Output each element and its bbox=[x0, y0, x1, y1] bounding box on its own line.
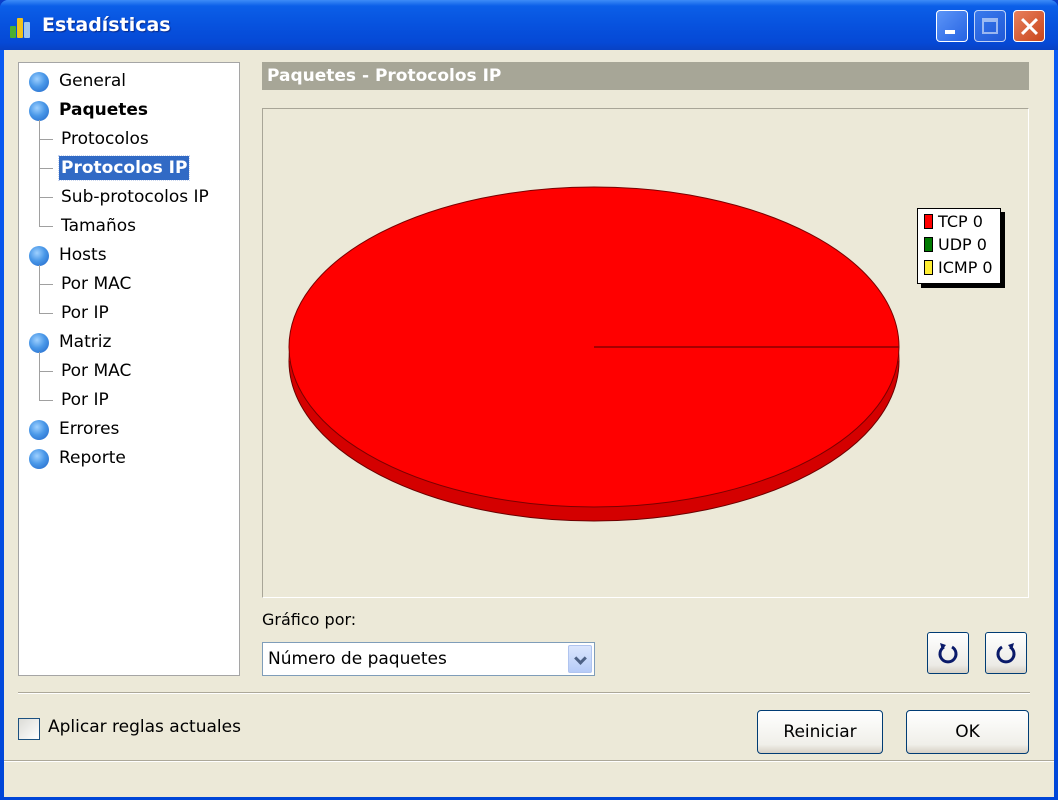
apply-rules-label[interactable]: Aplicar reglas actuales bbox=[48, 717, 241, 737]
apply-rules-checkbox[interactable] bbox=[18, 718, 40, 740]
tree-connector bbox=[39, 139, 53, 140]
bar-chart-icon bbox=[10, 14, 34, 38]
tree-connector bbox=[39, 284, 53, 285]
legend-entry: TCP 0 bbox=[924, 211, 983, 233]
window-title: Estadísticas bbox=[42, 14, 171, 36]
tree-item[interactable]: Por IP bbox=[19, 301, 239, 325]
tree-connector bbox=[39, 313, 53, 314]
close-button[interactable] bbox=[1013, 10, 1045, 42]
tree-item[interactable]: Por IP bbox=[19, 388, 239, 412]
rotate-counterclockwise-button[interactable] bbox=[985, 632, 1027, 674]
legend-swatch bbox=[924, 260, 933, 275]
tree-connector bbox=[39, 197, 53, 198]
tree-item-label: Por IP bbox=[61, 390, 109, 410]
tree-connector bbox=[39, 265, 40, 313]
tree-item[interactable]: Matriz bbox=[19, 330, 239, 354]
tree-item[interactable]: Hosts bbox=[19, 243, 239, 267]
node-bullet-icon bbox=[29, 420, 49, 440]
footer-separator bbox=[18, 692, 1030, 694]
tree-item[interactable]: Por MAC bbox=[19, 272, 239, 296]
tree-item[interactable]: Sub-protocolos IP bbox=[19, 185, 239, 209]
rotate-counterclockwise-icon bbox=[996, 643, 1016, 664]
legend-swatch bbox=[924, 214, 933, 229]
tree-connector bbox=[39, 226, 53, 227]
tree-connector bbox=[39, 120, 40, 226]
legend-label: TCP 0 bbox=[938, 212, 983, 231]
tree-item[interactable]: Protocolos IP bbox=[19, 155, 239, 181]
legend-swatch bbox=[924, 237, 933, 252]
tree-item[interactable]: Tamaños bbox=[19, 214, 239, 238]
tree-item-label: Protocolos IP bbox=[57, 155, 191, 181]
legend-label: ICMP 0 bbox=[938, 258, 993, 277]
chevron-down-icon[interactable] bbox=[568, 645, 592, 673]
ok-button[interactable]: OK bbox=[906, 710, 1029, 754]
tree-connector bbox=[39, 371, 53, 372]
minimize-button[interactable] bbox=[936, 10, 968, 42]
graph-by-select[interactable]: Número de paquetes bbox=[262, 642, 595, 676]
tree-connector bbox=[39, 168, 53, 169]
tree-item-label: Por MAC bbox=[61, 274, 132, 294]
tree-item[interactable]: Errores bbox=[19, 417, 239, 441]
tree-item-label: Por MAC bbox=[61, 361, 132, 381]
tree-item-label: Matriz bbox=[59, 332, 112, 352]
dialog-client-area: General Paquetes Protocolos Protocolos IP Su… bbox=[4, 50, 1054, 797]
tree-connector bbox=[39, 400, 53, 401]
section-header: Paquetes - Protocolos IP bbox=[262, 62, 1029, 90]
graph-by-label: Gráfico por: bbox=[262, 610, 357, 629]
tree-item-label: Errores bbox=[59, 419, 120, 439]
reset-button[interactable]: Reiniciar bbox=[757, 710, 883, 754]
tree-item-label: Protocolos bbox=[61, 129, 149, 149]
graph-by-value: Número de paquetes bbox=[268, 649, 447, 669]
statistics-window: Estadísticas General Paquetes Protocolos Pr… bbox=[0, 0, 1058, 800]
tree-item-label: Por IP bbox=[61, 303, 109, 323]
node-bullet-icon bbox=[29, 333, 49, 353]
tree-item[interactable]: General bbox=[19, 69, 239, 93]
rotate-clockwise-button[interactable] bbox=[927, 632, 969, 674]
tree-item[interactable]: Reporte bbox=[19, 446, 239, 470]
tree-item[interactable]: Paquetes bbox=[19, 98, 239, 122]
navigation-tree[interactable]: General Paquetes Protocolos Protocolos IP Su… bbox=[18, 62, 240, 676]
legend-entry: ICMP 0 bbox=[924, 257, 993, 279]
status-bar bbox=[4, 760, 1054, 797]
tree-item-label: Sub-protocolos IP bbox=[61, 187, 209, 207]
chart-legend: TCP 0 UDP 0 ICMP 0 bbox=[917, 208, 1001, 284]
node-bullet-icon bbox=[29, 101, 49, 121]
title-bar[interactable]: Estadísticas bbox=[0, 0, 1058, 50]
rotate-clockwise-icon bbox=[938, 643, 958, 664]
tree-item[interactable]: Protocolos bbox=[19, 127, 239, 151]
tree-item-label: Hosts bbox=[59, 245, 107, 265]
node-bullet-icon bbox=[29, 246, 49, 266]
tree-item-label: Reporte bbox=[59, 448, 126, 468]
maximize-button[interactable] bbox=[974, 10, 1006, 42]
pie-chart bbox=[288, 186, 900, 522]
tree-connector bbox=[39, 352, 40, 400]
node-bullet-icon bbox=[29, 449, 49, 469]
legend-label: UDP 0 bbox=[938, 235, 987, 254]
tree-item-label: General bbox=[59, 71, 126, 91]
node-bullet-icon bbox=[29, 72, 49, 92]
tree-item[interactable]: Por MAC bbox=[19, 359, 239, 383]
chart-area: TCP 0 UDP 0 ICMP 0 bbox=[262, 108, 1029, 598]
tree-item-label: Tamaños bbox=[61, 216, 136, 236]
legend-entry: UDP 0 bbox=[924, 234, 987, 256]
tree-item-label: Paquetes bbox=[59, 100, 149, 120]
